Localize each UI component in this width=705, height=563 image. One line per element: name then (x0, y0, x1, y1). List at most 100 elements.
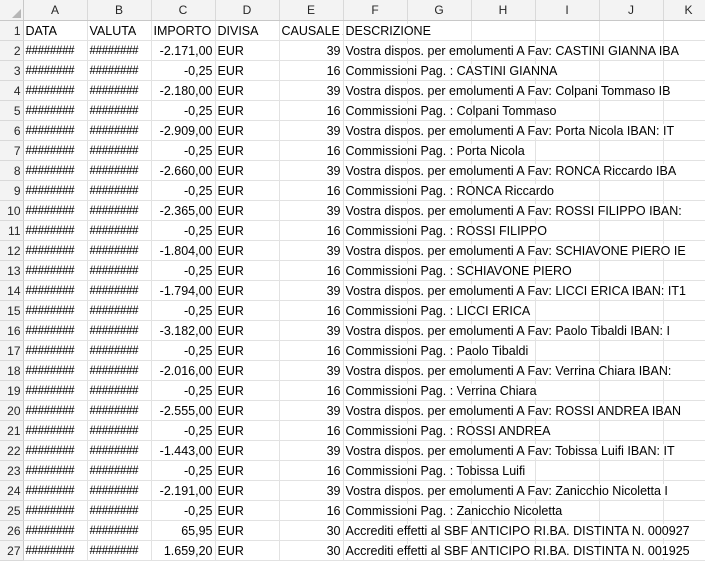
cell-causale[interactable]: 30 (279, 540, 344, 561)
cell-importo[interactable]: -0,25 (151, 380, 216, 401)
row-header[interactable]: 20 (0, 400, 24, 421)
cell-importo[interactable]: -0,25 (151, 300, 216, 321)
cell-data[interactable]: ######## (23, 120, 88, 141)
cell-valuta[interactable]: ######## (87, 500, 152, 521)
cell-importo[interactable]: -0,25 (151, 260, 216, 281)
empty-cell[interactable] (535, 460, 600, 481)
cell-causale[interactable]: 39 (279, 160, 344, 181)
cell-causale[interactable]: 39 (279, 440, 344, 461)
cell-valuta[interactable]: ######## (87, 420, 152, 441)
empty-cell[interactable] (599, 20, 664, 41)
row-header[interactable]: 11 (0, 220, 24, 241)
row-header[interactable]: 25 (0, 500, 24, 521)
cell-importo[interactable]: 65,95 (151, 520, 216, 541)
cell-causale[interactable]: 16 (279, 460, 344, 481)
cell-causale[interactable]: 16 (279, 340, 344, 361)
cell-valuta[interactable]: ######## (87, 240, 152, 261)
cell-valuta[interactable]: ######## (87, 440, 152, 461)
cell-importo[interactable]: -0,25 (151, 420, 216, 441)
cell-descrizione[interactable]: Vostra dispos. per emolumenti A Fav: RON… (343, 160, 679, 181)
cell-data[interactable]: ######## (23, 320, 88, 341)
cell-descrizione[interactable]: Commissioni Pag. : CASTINI GIANNA (343, 60, 560, 81)
cell-divisa[interactable]: EUR (215, 540, 280, 561)
column-header-e[interactable]: E (279, 0, 344, 21)
cell-causale[interactable]: 39 (279, 480, 344, 501)
empty-cell[interactable] (663, 420, 705, 441)
cell-divisa[interactable]: EUR (215, 360, 280, 381)
cell-divisa[interactable]: EUR (215, 120, 280, 141)
cell-valuta[interactable]: ######## (87, 480, 152, 501)
row-header[interactable]: 8 (0, 160, 24, 181)
cell-importo[interactable]: -2.909,00 (151, 120, 216, 141)
row-header[interactable]: 15 (0, 300, 24, 321)
cell-causale[interactable]: 16 (279, 300, 344, 321)
cell-header-causale[interactable]: CAUSALE A (279, 20, 344, 41)
empty-cell[interactable] (663, 300, 705, 321)
cell-descrizione[interactable]: Commissioni Pag. : Zanicchio Nicoletta (343, 500, 565, 521)
row-header[interactable]: 7 (0, 140, 24, 161)
cell-divisa[interactable]: EUR (215, 500, 280, 521)
cell-valuta[interactable]: ######## (87, 60, 152, 81)
cell-divisa[interactable]: EUR (215, 440, 280, 461)
empty-cell[interactable] (599, 340, 664, 361)
cell-importo[interactable]: -1.443,00 (151, 440, 216, 461)
cell-importo[interactable]: -2.171,00 (151, 40, 216, 61)
cell-data[interactable]: ######## (23, 340, 88, 361)
cell-data[interactable]: ######## (23, 140, 88, 161)
cell-header-valuta[interactable]: VALUTA (87, 20, 152, 41)
empty-cell[interactable] (663, 180, 705, 201)
empty-cell[interactable] (663, 20, 705, 41)
row-header[interactable]: 21 (0, 420, 24, 441)
cell-divisa[interactable]: EUR (215, 140, 280, 161)
cell-descrizione[interactable]: Commissioni Pag. : RONCA Riccardo (343, 180, 556, 201)
cell-descrizione[interactable]: Vostra dispos. per emolumenti A Fav: Por… (343, 120, 677, 141)
row-header[interactable]: 22 (0, 440, 24, 461)
cell-importo[interactable]: -0,25 (151, 460, 216, 481)
cell-data[interactable]: ######## (23, 280, 88, 301)
row-header[interactable]: 19 (0, 380, 24, 401)
cell-divisa[interactable]: EUR (215, 320, 280, 341)
cell-descrizione[interactable]: Vostra dispos. per emolumenti A Fav: SCH… (343, 240, 688, 261)
row-header[interactable]: 13 (0, 260, 24, 281)
empty-cell[interactable] (599, 460, 664, 481)
cell-causale[interactable]: 39 (279, 120, 344, 141)
cell-valuta[interactable]: ######## (87, 40, 152, 61)
cell-header-divisa[interactable]: DIVISA (215, 20, 280, 41)
empty-cell[interactable] (663, 140, 705, 161)
empty-cell[interactable] (599, 100, 664, 121)
cell-data[interactable]: ######## (23, 540, 88, 561)
cell-valuta[interactable]: ######## (87, 340, 152, 361)
empty-cell[interactable] (471, 20, 536, 41)
cell-valuta[interactable]: ######## (87, 260, 152, 281)
empty-cell[interactable] (535, 300, 600, 321)
row-header[interactable]: 17 (0, 340, 24, 361)
cell-importo[interactable]: -2.555,00 (151, 400, 216, 421)
cell-divisa[interactable]: EUR (215, 520, 280, 541)
cell-data[interactable]: ######## (23, 60, 88, 81)
cell-valuta[interactable]: ######## (87, 540, 152, 561)
cell-importo[interactable]: -0,25 (151, 180, 216, 201)
cell-divisa[interactable]: EUR (215, 180, 280, 201)
cell-descrizione[interactable]: Vostra dispos. per emolumenti A Fav: ROS… (343, 400, 684, 421)
cell-descrizione[interactable]: Commissioni Pag. : ROSSI FILIPPO (343, 220, 549, 241)
cell-importo[interactable]: -0,25 (151, 60, 216, 81)
cell-causale[interactable]: 16 (279, 100, 344, 121)
empty-cell[interactable] (599, 300, 664, 321)
empty-cell[interactable] (663, 60, 705, 81)
cell-divisa[interactable]: EUR (215, 100, 280, 121)
row-header[interactable]: 3 (0, 60, 24, 81)
cell-descrizione[interactable]: Commissioni Pag. : Porta Nicola (343, 140, 527, 161)
cell-causale[interactable]: 16 (279, 260, 344, 281)
cell-valuta[interactable]: ######## (87, 160, 152, 181)
empty-cell[interactable] (535, 140, 600, 161)
cell-valuta[interactable]: ######## (87, 80, 152, 101)
cell-data[interactable]: ######## (23, 380, 88, 401)
row-header[interactable]: 26 (0, 520, 24, 541)
cell-header-descrizione[interactable]: DESCRIZIONE (343, 20, 433, 41)
cell-causale[interactable]: 39 (279, 240, 344, 261)
cell-descrizione[interactable]: Accrediti effetti al SBF ANTICIPO RI.BA.… (343, 520, 692, 541)
cell-importo[interactable]: -0,25 (151, 100, 216, 121)
empty-cell[interactable] (535, 380, 600, 401)
cell-causale[interactable]: 16 (279, 60, 344, 81)
cell-importo[interactable]: -0,25 (151, 340, 216, 361)
